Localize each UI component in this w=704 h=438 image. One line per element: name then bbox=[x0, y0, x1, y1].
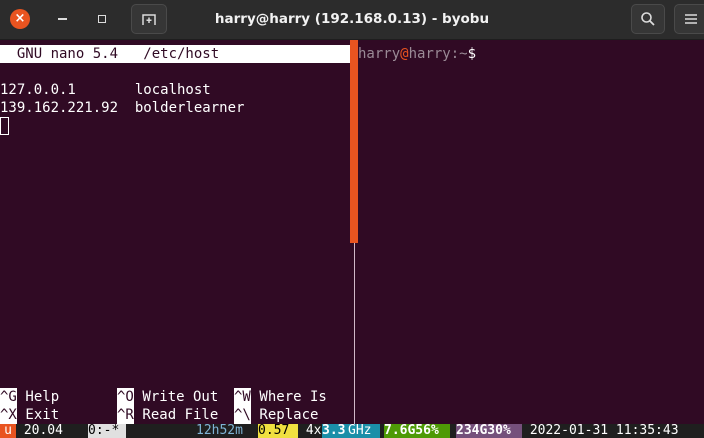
shortcut-key-write-out: ^O bbox=[117, 388, 134, 406]
shortcut-key-where-is: ^W bbox=[234, 388, 251, 406]
maximize-icon[interactable] bbox=[92, 9, 112, 29]
load-average: 0.57 bbox=[258, 424, 298, 438]
hamburger-menu-icon[interactable] bbox=[674, 4, 704, 34]
cpu-count: 4x bbox=[298, 424, 322, 438]
disk-usage: 234G30% bbox=[456, 424, 522, 438]
shortcut-label-exit[interactable]: Exit bbox=[17, 406, 59, 424]
shortcut-key-read-file: ^R bbox=[117, 406, 134, 424]
shortcut-label-write-out[interactable]: Write Out bbox=[134, 388, 218, 406]
shortcut-key-replace: ^\ bbox=[234, 406, 251, 424]
nano-header-text: GNU nano 5.4 /etc/host bbox=[0, 46, 220, 62]
nano-header-bar: GNU nano 5.4 /etc/host bbox=[0, 45, 350, 63]
uptime: 12h52m bbox=[196, 424, 254, 438]
release-version: 20.04 bbox=[16, 424, 88, 438]
cpu-frequency: 3.3 bbox=[322, 424, 348, 438]
file-line-1[interactable]: 127.0.0.1 localhost bbox=[0, 81, 211, 99]
prompt-path: :~ bbox=[450, 46, 468, 62]
text-cursor bbox=[0, 117, 9, 135]
shortcut-label-help[interactable]: Help bbox=[17, 388, 59, 406]
prompt-dollar: $ bbox=[467, 46, 477, 62]
new-tab-icon[interactable] bbox=[131, 4, 167, 34]
shortcut-label-read-file[interactable]: Read File bbox=[134, 406, 218, 424]
title-bar: harry@harry (192.168.0.13) - byobu × bbox=[0, 0, 704, 40]
cpu-frequency-unit: GHz bbox=[348, 424, 380, 438]
search-icon[interactable] bbox=[631, 4, 665, 34]
prompt-at: @ bbox=[400, 46, 409, 62]
window-list[interactable]: 0:-* bbox=[88, 424, 126, 438]
shell-prompt[interactable]: harry@harry:~$ bbox=[358, 45, 476, 63]
memory-usage: 7.6G56% bbox=[384, 424, 450, 438]
byobu-status-bar: u 20.04 0:-* 12h52m 0.57 4x 3.3 GHz 7.6G… bbox=[0, 424, 704, 438]
file-line-2[interactable]: 139.162.221.92 bolderlearner bbox=[0, 99, 244, 117]
shortcut-key-exit: ^X bbox=[0, 406, 17, 424]
close-icon[interactable]: × bbox=[10, 9, 30, 29]
shortcut-key-help: ^G bbox=[0, 388, 17, 406]
ubuntu-logo: u bbox=[0, 424, 16, 438]
active-pane-indicator bbox=[350, 40, 358, 243]
minimize-icon[interactable] bbox=[52, 9, 72, 29]
date-time: 2022-01-31 11:35:43 bbox=[522, 424, 704, 438]
prompt-host: harry bbox=[408, 46, 451, 62]
shortcut-label-replace[interactable]: Replace bbox=[251, 406, 318, 424]
prompt-user: harry bbox=[358, 46, 401, 62]
shortcut-label-where-is[interactable]: Where Is bbox=[251, 388, 326, 406]
